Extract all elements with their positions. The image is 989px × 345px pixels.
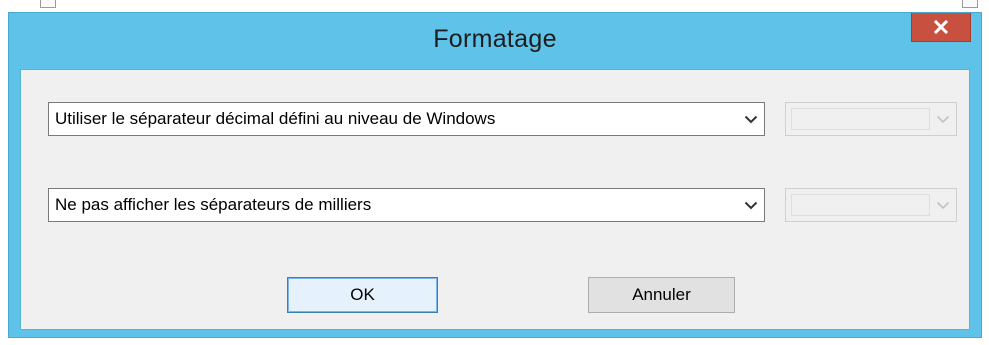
ok-button[interactable]: OK xyxy=(287,277,438,313)
close-button[interactable] xyxy=(911,13,971,42)
thousands-separator-custom-select xyxy=(785,188,957,222)
background-checkbox-icon xyxy=(962,0,978,8)
decimal-separator-select[interactable]: Utiliser le séparateur décimal défini au… xyxy=(48,102,765,136)
close-icon xyxy=(933,19,949,35)
decimal-separator-custom-select xyxy=(785,102,957,136)
dialog-title: Formatage xyxy=(433,25,557,53)
background-window-edge xyxy=(0,0,989,12)
decimal-separator-custom-value xyxy=(791,108,930,130)
thousands-separator-selected-value: Ne pas afficher les séparateurs de milli… xyxy=(55,195,372,214)
title-bar[interactable]: Formatage xyxy=(9,13,981,69)
chevron-down-icon xyxy=(930,103,956,135)
chevron-down-icon[interactable] xyxy=(738,103,764,135)
thousands-separator-select[interactable]: Ne pas afficher les séparateurs de milli… xyxy=(48,188,765,222)
dialog-content: Utiliser le séparateur décimal défini au… xyxy=(20,69,970,330)
formatage-dialog: Formatage Utiliser le séparateur décimal… xyxy=(8,12,982,338)
background-checkbox-icon xyxy=(40,0,56,8)
decimal-separator-selected-value: Utiliser le séparateur décimal défini au… xyxy=(55,109,496,128)
chevron-down-icon[interactable] xyxy=(738,189,764,221)
chevron-down-icon xyxy=(930,189,956,221)
cancel-button[interactable]: Annuler xyxy=(588,277,735,313)
thousands-separator-custom-value xyxy=(791,194,930,216)
